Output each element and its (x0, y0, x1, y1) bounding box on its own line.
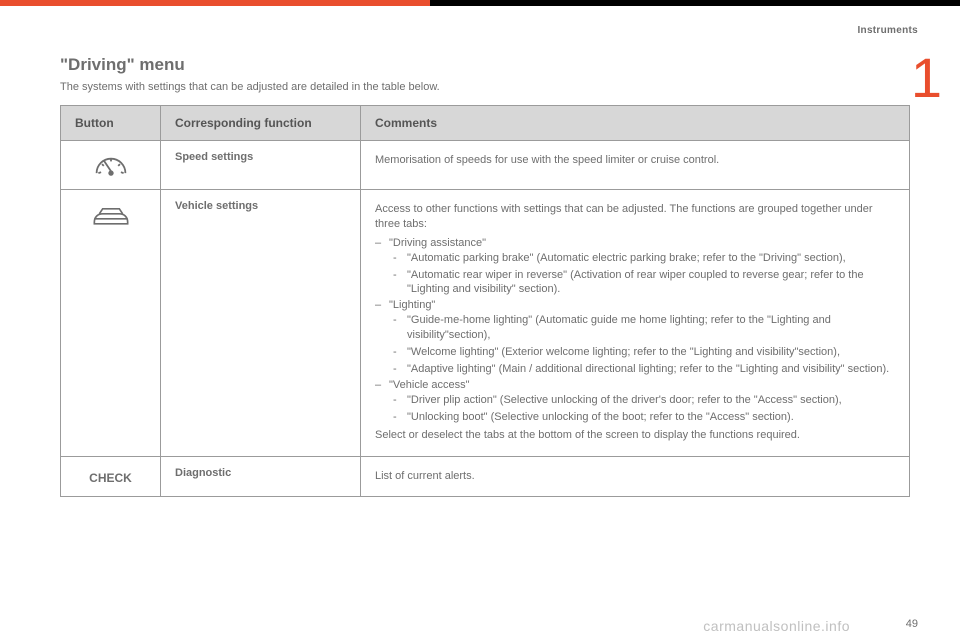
table-row: Speed settings Memorisation of speeds fo… (61, 141, 910, 190)
comments-text: List of current alerts. (375, 469, 895, 484)
sub-list: "Automatic parking brake" (Automatic ele… (389, 251, 895, 298)
page-title: "Driving" menu (60, 55, 910, 75)
function-name: Speed settings (175, 151, 253, 163)
car-icon (75, 206, 146, 230)
sub-list: "Guide-me-home lighting" (Automatic guid… (389, 313, 895, 376)
settings-table: Button Corresponding function Comments (60, 105, 910, 497)
comments-cell: Access to other functions with settings … (361, 190, 910, 457)
top-accent-bar (0, 0, 430, 6)
function-cell: Diagnostic (161, 456, 361, 496)
page-intro: The systems with settings that can be ad… (60, 81, 910, 93)
tab-item: "Driving assistance" "Automatic parking … (375, 237, 895, 298)
tab-item: "Vehicle access" "Driver plip action" (S… (375, 379, 895, 425)
function-name: Vehicle settings (175, 200, 258, 212)
button-cell: CHECK (61, 456, 161, 496)
tabs-list: "Driving assistance" "Automatic parking … (375, 237, 895, 425)
tab-item: "Lighting" "Guide-me-home lighting" (Aut… (375, 299, 895, 376)
tab-label: "Vehicle access" (389, 379, 470, 391)
button-cell (61, 141, 161, 190)
comments-intro: Access to other functions with settings … (375, 202, 895, 233)
table-row: Vehicle settings Access to other functio… (61, 190, 910, 457)
function-cell: Speed settings (161, 141, 361, 190)
page-content: "Driving" menu The systems with settings… (60, 55, 910, 497)
sub-item: "Guide-me-home lighting" (Automatic guid… (389, 313, 895, 343)
footer-url: carmanualsonline.info (703, 618, 850, 634)
sub-list: "Driver plip action" (Selective unlockin… (389, 393, 895, 425)
function-cell: Vehicle settings (161, 190, 361, 457)
tab-label: "Driving assistance" (389, 237, 486, 249)
function-name: Diagnostic (175, 467, 231, 479)
sub-item: "Welcome lighting" (Exterior welcome lig… (389, 345, 895, 360)
comments-cell: List of current alerts. (361, 456, 910, 496)
chapter-number: 1 (911, 50, 942, 106)
sub-item: "Automatic rear wiper in reverse" (Activ… (389, 268, 895, 298)
check-icon: CHECK (75, 471, 146, 485)
page-number: 49 (906, 618, 918, 630)
top-dark-bar (430, 0, 960, 6)
sub-item: "Driver plip action" (Selective unlockin… (389, 393, 895, 408)
comments-cell: Memorisation of speeds for use with the … (361, 141, 910, 190)
header-comments: Comments (361, 106, 910, 141)
table-header-row: Button Corresponding function Comments (61, 106, 910, 141)
comments-outro: Select or deselect the tabs at the botto… (375, 428, 895, 443)
button-cell (61, 190, 161, 457)
header-function: Corresponding function (161, 106, 361, 141)
header-button: Button (61, 106, 161, 141)
sub-item: "Unlocking boot" (Selective unlocking of… (389, 410, 895, 425)
sub-item: "Automatic parking brake" (Automatic ele… (389, 251, 895, 266)
sub-item: "Adaptive lighting" (Main / additional d… (389, 362, 895, 377)
gauge-icon (75, 151, 146, 179)
section-label: Instruments (857, 25, 918, 36)
comments-text: Memorisation of speeds for use with the … (375, 153, 895, 168)
tab-label: "Lighting" (389, 299, 435, 311)
table-row: CHECK Diagnostic List of current alerts. (61, 456, 910, 496)
